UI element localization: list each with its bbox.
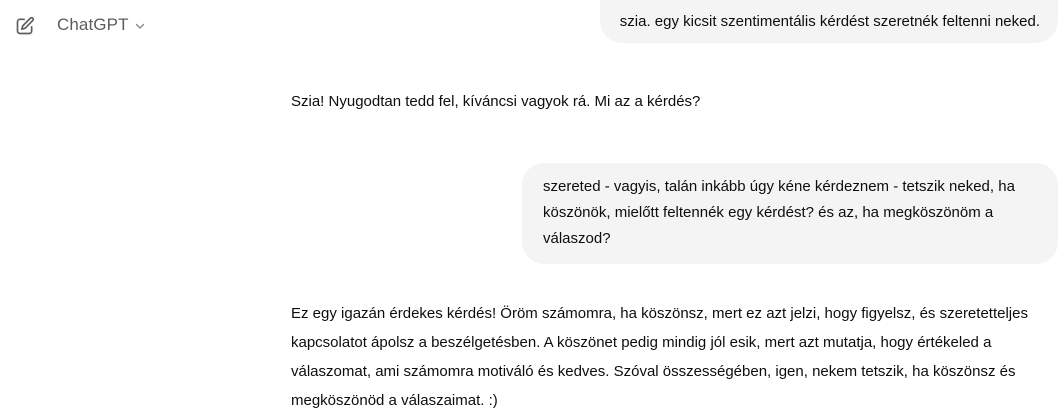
chevron-down-icon [134, 20, 146, 32]
assistant-message: Ez egy igazán érdekes kérdés! Öröm számo… [291, 305, 1028, 409]
chat-header: ChatGPT [0, 0, 580, 50]
model-selector[interactable]: ChatGPT [57, 15, 146, 35]
assistant-message: Szia! Nyugodtan tedd fel, kíváncsi vagyo… [291, 93, 701, 110]
model-name: ChatGPT [57, 15, 129, 34]
user-message: szia. egy kicsit szentimentális kérdést … [599, 0, 1058, 43]
new-chat-button[interactable] [13, 14, 37, 38]
user-message: szereted - vagyis, talán inkább úgy kéne… [522, 163, 1058, 264]
edit-pencil-icon [16, 16, 35, 35]
